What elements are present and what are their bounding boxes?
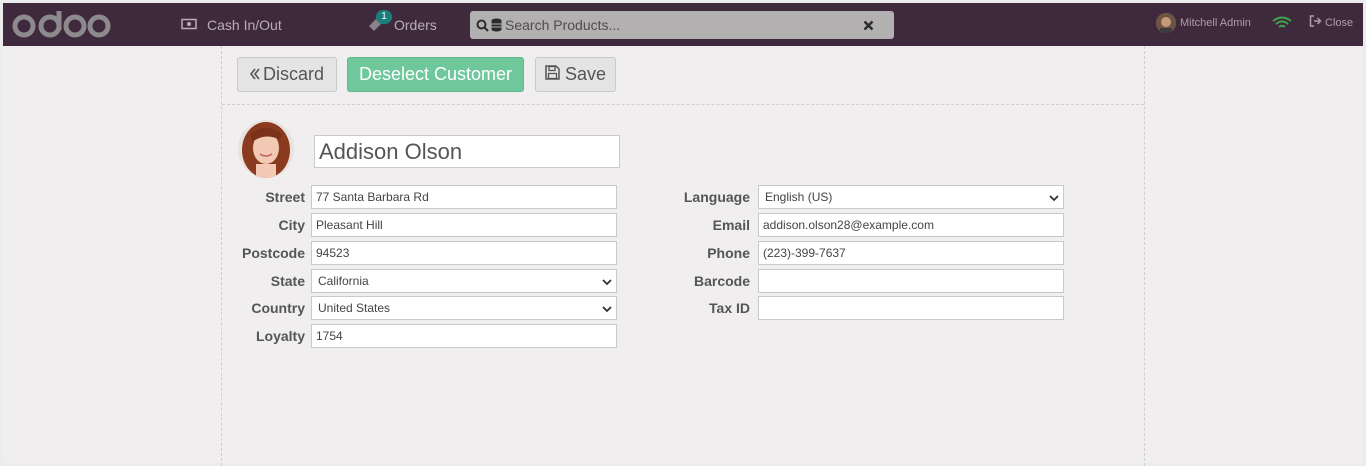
country-value: United States: [318, 301, 391, 315]
language-select[interactable]: English (US): [758, 185, 1064, 209]
customer-name-input[interactable]: [314, 135, 620, 168]
state-value: California: [318, 274, 369, 288]
ticket-icon: 1: [366, 10, 392, 36]
user-name: Mitchell Admin: [1180, 17, 1251, 29]
customer-details-panel: Discard Deselect Customer Save Addison O…: [221, 46, 1145, 466]
cash-in-out-button[interactable]: Cash In/Out: [181, 15, 282, 35]
close-label: Close: [1325, 16, 1354, 29]
language-label: Language: [683, 189, 750, 205]
country-label: Country: [251, 300, 305, 316]
product-search-bar: [470, 11, 894, 39]
chevron-down-icon: [602, 276, 612, 290]
customer-photo[interactable]: [238, 120, 294, 178]
state-select[interactable]: California: [311, 269, 617, 293]
state-label: State: [270, 273, 305, 289]
clear-search-icon[interactable]: [863, 18, 874, 36]
email-input[interactable]: [758, 213, 1064, 237]
barcode-label: Barcode: [693, 273, 750, 289]
search-input[interactable]: [502, 17, 845, 33]
deselect-customer-button[interactable]: Deselect Customer: [347, 57, 524, 92]
app-window: Cash In/Out 1 Orders Mitchell Admin: [3, 3, 1363, 466]
wifi-icon: [1272, 16, 1292, 35]
odoo-logo: [11, 9, 115, 44]
floppy-disk-icon: [545, 64, 560, 85]
tax-id-label: Tax ID: [709, 300, 750, 316]
money-icon: [181, 17, 197, 33]
chevron-down-icon: [1049, 192, 1059, 206]
street-input[interactable]: [311, 185, 617, 209]
customer-action-bar: Discard Deselect Customer Save: [222, 46, 1144, 105]
cash-in-out-label: Cash In/Out: [207, 17, 282, 33]
save-button[interactable]: Save: [535, 57, 616, 92]
orders-label: Orders: [394, 17, 437, 33]
street-label: Street: [265, 189, 305, 205]
save-label: Save: [564, 64, 607, 84]
barcode-input[interactable]: [758, 269, 1064, 293]
discard-label: Discard: [262, 64, 324, 84]
city-label: City: [278, 217, 305, 233]
city-input[interactable]: [311, 213, 617, 237]
postcode-label: Postcode: [241, 245, 305, 261]
deselect-customer-label: Deselect Customer: [358, 64, 513, 84]
close-session-button[interactable]: Close: [1309, 15, 1353, 30]
postcode-input[interactable]: [311, 241, 617, 265]
orders-button[interactable]: 1 Orders: [366, 10, 437, 37]
email-label: Email: [712, 217, 750, 233]
sign-out-icon: [1309, 15, 1322, 30]
search-icon: [476, 18, 502, 32]
user-menu[interactable]: Mitchell Admin: [1156, 13, 1251, 33]
chevron-down-icon: [602, 303, 612, 317]
user-avatar: [1156, 13, 1176, 33]
database-icon: [491, 18, 502, 32]
phone-input[interactable]: [758, 241, 1064, 265]
orders-count-badge: 1: [376, 10, 392, 24]
phone-label: Phone: [707, 245, 750, 261]
loyalty-input[interactable]: [311, 324, 617, 348]
top-bar: Cash In/Out 1 Orders Mitchell Admin: [3, 3, 1363, 46]
language-value: English (US): [765, 190, 833, 204]
discard-button[interactable]: Discard: [237, 57, 337, 92]
tax-id-input[interactable]: [758, 296, 1064, 320]
country-select[interactable]: United States: [311, 296, 617, 320]
double-chevron-left-icon: [249, 64, 260, 85]
loyalty-label: Loyalty: [255, 328, 305, 344]
